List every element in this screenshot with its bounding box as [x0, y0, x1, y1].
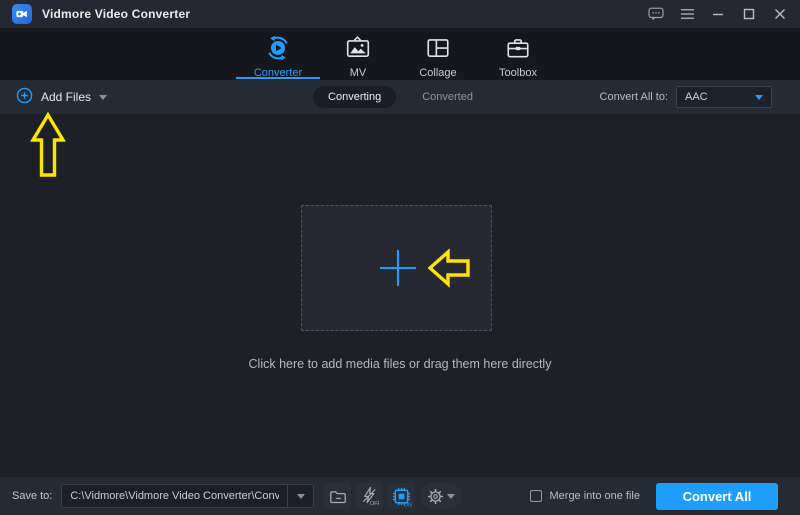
main-nav: Converter MV	[0, 28, 800, 80]
add-files-button[interactable]: Add Files	[16, 87, 107, 107]
save-to-label: Save to:	[12, 490, 52, 502]
nav-tabs: Converter MV	[238, 28, 558, 80]
annotation-arrow-left-icon	[427, 247, 471, 294]
vidmore-video-converter-window: Vidmore Video Converter	[0, 0, 800, 515]
maximize-button[interactable]	[741, 6, 757, 22]
folder-icon	[329, 488, 347, 505]
collage-icon	[425, 35, 451, 64]
high-speed-badge: OFF	[370, 501, 379, 506]
close-button[interactable]	[772, 6, 788, 22]
open-output-folder-button[interactable]	[324, 483, 351, 509]
convert-all-button[interactable]: Convert All	[656, 483, 778, 510]
window-title: Vidmore Video Converter	[42, 7, 190, 21]
feedback-icon[interactable]	[648, 6, 664, 22]
converter-workspace: Click here to add media files or drag th…	[0, 114, 800, 477]
tab-toolbox-label: Toolbox	[499, 67, 537, 79]
merge-checkbox[interactable]	[530, 490, 542, 502]
toolbox-icon	[505, 35, 531, 64]
title-bar: Vidmore Video Converter	[0, 0, 800, 28]
converter-toolbar: Add Files Converting Converted Convert A…	[0, 80, 800, 114]
tab-converter[interactable]: Converter	[238, 28, 318, 80]
high-speed-toggle-button[interactable]: OFF	[356, 483, 383, 509]
add-files-label: Add Files	[41, 90, 91, 104]
output-format-value: AAC	[685, 91, 708, 103]
window-controls	[648, 6, 788, 22]
media-dropzone[interactable]	[301, 205, 492, 331]
queue-view-tabs: Converting Converted	[313, 80, 479, 114]
menu-icon[interactable]	[679, 6, 695, 22]
annotation-arrow-up-icon	[30, 112, 66, 183]
save-path-caret-button[interactable]	[287, 485, 313, 507]
output-format-select[interactable]: AAC	[676, 86, 772, 108]
add-files-caret-icon	[99, 95, 107, 100]
tab-mv[interactable]: MV	[318, 28, 398, 80]
gear-icon	[427, 488, 444, 505]
tab-mv-label: MV	[350, 67, 367, 79]
tab-collage-label: Collage	[419, 67, 456, 79]
save-path-caret-icon	[297, 494, 305, 499]
merge-into-one-file-option[interactable]: Merge into one file	[530, 490, 641, 502]
converting-tab[interactable]: Converting	[313, 86, 396, 108]
save-path-combobox[interactable]	[61, 484, 314, 508]
add-media-plus-icon	[379, 249, 417, 292]
minimize-button[interactable]	[710, 6, 726, 22]
format-caret-icon	[755, 95, 763, 100]
tab-collage[interactable]: Collage	[398, 28, 478, 80]
merge-label: Merge into one file	[550, 490, 641, 502]
bottom-bar: Save to: OFF ON	[0, 477, 800, 515]
chip-icon: ON	[391, 486, 412, 507]
active-tab-underline	[236, 77, 320, 79]
settings-caret-icon	[447, 494, 455, 499]
convert-all-to-label: Convert All to:	[600, 91, 668, 103]
settings-button[interactable]	[420, 483, 462, 509]
hardware-badge: ON	[404, 502, 412, 506]
convert-all-to-group: Convert All to: AAC	[600, 86, 772, 108]
lightning-icon: OFF	[360, 486, 379, 506]
converter-icon	[265, 35, 291, 64]
dropzone-hint-text: Click here to add media files or drag th…	[0, 357, 800, 371]
tab-toolbox[interactable]: Toolbox	[478, 28, 558, 80]
app-logo-icon	[12, 4, 32, 24]
hardware-acceleration-toggle-button[interactable]: ON	[388, 483, 415, 509]
save-path-input[interactable]	[62, 490, 287, 502]
mv-icon	[345, 35, 371, 64]
add-circle-icon	[16, 87, 33, 107]
converted-tab[interactable]: Converted	[416, 91, 479, 103]
